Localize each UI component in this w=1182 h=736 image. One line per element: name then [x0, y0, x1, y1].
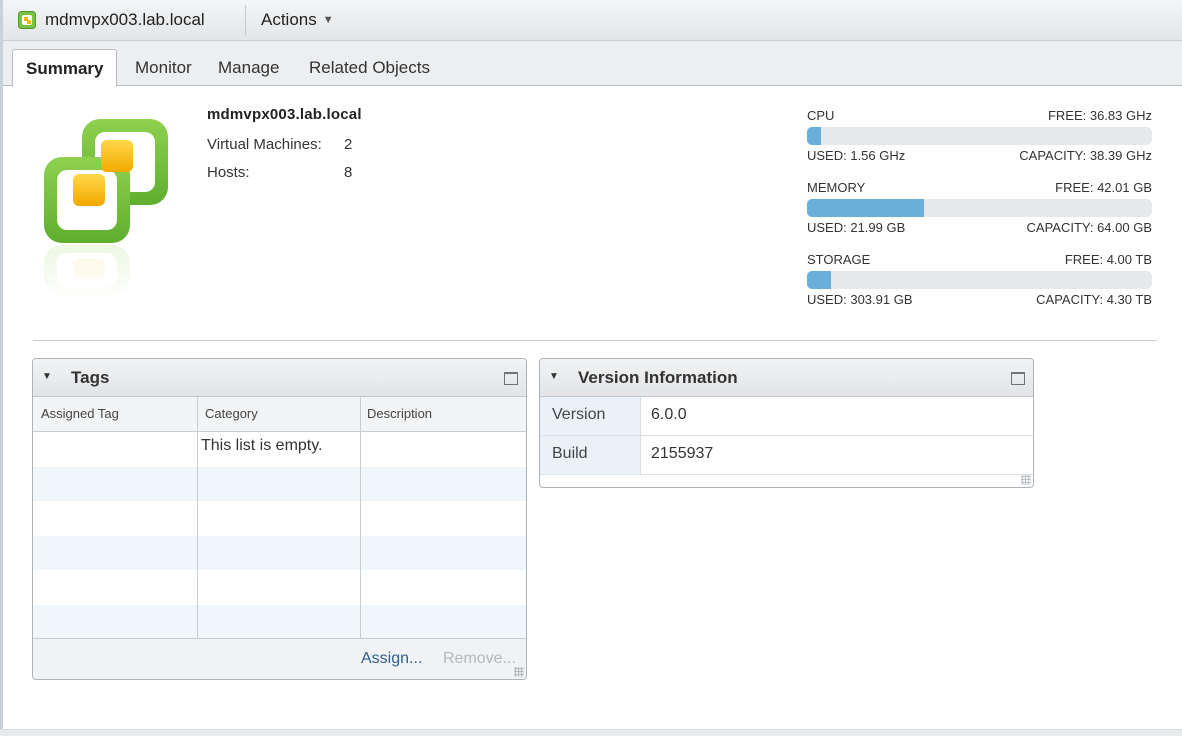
memory-free: FREE: 42.01 GB	[1055, 180, 1152, 195]
maximize-icon[interactable]	[1011, 372, 1025, 385]
tab-bar: Summary Monitor Manage Related Objects	[3, 41, 1182, 87]
title-separator	[245, 5, 246, 35]
storage-used: USED: 303.91 GB	[807, 292, 913, 307]
collapse-triangle-icon[interactable]: ▼	[42, 371, 52, 382]
hosts-label: Hosts:	[207, 164, 250, 181]
actions-menu-button[interactable]: Actions ▼	[261, 10, 334, 30]
version-portlet: ▼ Version Information Version 6.0.0 Buil…	[539, 358, 1034, 488]
section-divider	[33, 340, 1157, 341]
tags-footer: Assign... Remove...	[33, 638, 526, 679]
chevron-down-icon: ▼	[322, 14, 334, 26]
actions-label: Actions	[261, 10, 317, 29]
vcenter-icon	[18, 11, 36, 29]
storage-label: STORAGE	[807, 252, 871, 267]
storage-meter: STORAGE FREE: 4.00 TB USED: 303.91 GB CA…	[807, 252, 1152, 308]
memory-used: USED: 21.99 GB	[807, 220, 906, 235]
tags-portlet: ▼ Tags Assigned Tag Category Description…	[32, 358, 527, 680]
build-key: Build	[552, 445, 588, 462]
build-value: 2155937	[651, 445, 714, 462]
table-row	[33, 604, 526, 639]
empty-list-message: This list is empty.	[201, 437, 323, 454]
version-table: Version 6.0.0 Build 2155937	[540, 397, 1033, 475]
tags-table: Assigned Tag Category Description This l…	[33, 397, 526, 639]
memory-usage-bar	[807, 199, 1152, 217]
version-value: 6.0.0	[651, 406, 687, 423]
bottom-edge	[0, 729, 1182, 736]
memory-label: MEMORY	[807, 180, 866, 195]
table-row: Build 2155937	[540, 436, 1033, 475]
table-row	[33, 535, 526, 570]
remove-tag-link: Remove...	[443, 650, 516, 667]
column-description[interactable]: Description	[367, 406, 432, 421]
tags-table-header: Assigned Tag Category Description	[33, 397, 526, 432]
vcenter-logo	[44, 119, 168, 299]
cpu-free: FREE: 36.83 GHz	[1047, 108, 1152, 123]
hosts-value[interactable]: 8	[344, 164, 352, 181]
column-assigned-tag[interactable]: Assigned Tag	[41, 406, 119, 421]
tab-summary[interactable]: Summary	[12, 49, 118, 87]
collapse-triangle-icon[interactable]: ▼	[549, 371, 559, 382]
memory-usage-fill	[807, 199, 925, 217]
cpu-capacity: CAPACITY: 38.39 GHz	[1019, 148, 1152, 163]
version-portlet-header: ▼ Version Information	[540, 359, 1033, 397]
cpu-usage-fill	[807, 127, 821, 145]
column-separator	[360, 397, 361, 639]
tab-manage[interactable]: Manage	[218, 58, 279, 78]
tab-monitor[interactable]: Monitor	[135, 58, 192, 78]
object-title: mdmvpx003.lab.local	[45, 10, 205, 29]
storage-free: FREE: 4.00 TB	[1064, 252, 1152, 267]
left-edge	[0, 0, 3, 736]
object-name: mdmvpx003.lab.local	[207, 106, 362, 123]
storage-capacity: CAPACITY: 4.30 TB	[1036, 292, 1152, 307]
resize-grip-icon[interactable]	[514, 667, 524, 677]
vms-value[interactable]: 2	[344, 136, 352, 153]
cpu-used: USED: 1.56 GHz	[807, 148, 906, 163]
maximize-icon[interactable]	[504, 372, 518, 385]
column-separator	[197, 397, 198, 639]
version-key: Version	[552, 406, 606, 423]
cpu-usage-bar	[807, 127, 1152, 145]
table-row: Version 6.0.0	[540, 397, 1033, 436]
table-row	[33, 570, 526, 605]
title-bar: mdmvpx003.lab.local Actions ▼	[3, 0, 1182, 41]
cpu-meter: CPU FREE: 36.83 GHz USED: 1.56 GHz CAPAC…	[807, 108, 1152, 164]
resize-grip-icon[interactable]	[1021, 475, 1031, 485]
memory-capacity: CAPACITY: 64.00 GB	[1026, 220, 1152, 235]
table-row	[33, 466, 526, 501]
vms-label: Virtual Machines:	[207, 136, 322, 153]
memory-meter: MEMORY FREE: 42.01 GB USED: 21.99 GB CAP…	[807, 180, 1152, 236]
column-category[interactable]: Category	[205, 406, 258, 421]
assign-tag-link[interactable]: Assign...	[361, 650, 422, 668]
version-title: Version Information	[578, 368, 738, 387]
table-row	[33, 501, 526, 536]
storage-usage-fill	[807, 271, 832, 289]
tab-related-objects[interactable]: Related Objects	[309, 58, 430, 78]
tags-title: Tags	[71, 368, 110, 387]
storage-usage-bar	[807, 271, 1152, 289]
tags-portlet-header: ▼ Tags	[33, 359, 526, 397]
cpu-label: CPU	[807, 108, 835, 123]
